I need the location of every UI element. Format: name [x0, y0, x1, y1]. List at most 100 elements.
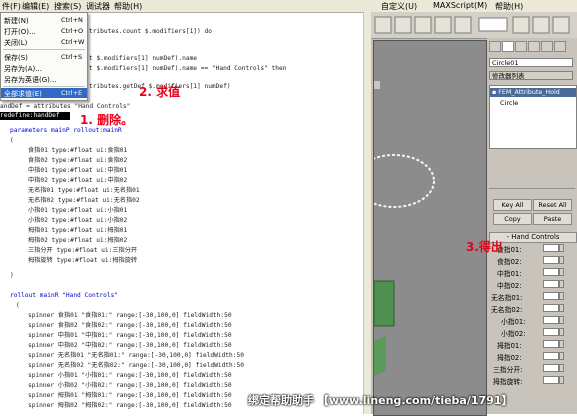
menu-search[interactable]: 搜索(S) — [54, 1, 81, 12]
code-line: t $.modifiers[1] numDef).name == "Hand C… — [89, 65, 287, 72]
code-line: t $.modifiers[1] numDef).name — [89, 55, 198, 62]
spinner-field[interactable] — [543, 268, 559, 276]
code-line: ( — [10, 137, 14, 144]
code-line: spinner 无名指01 "无名指01:" range:[-30,100,0]… — [28, 352, 244, 359]
spinner-arrows[interactable] — [559, 376, 564, 384]
spinner-arrows[interactable] — [559, 268, 564, 276]
code-line: ) — [10, 272, 14, 279]
spinner-arrows[interactable] — [559, 292, 564, 300]
modifier-stack: ▪ FEM_Attribute_Hold Circle — [489, 85, 577, 149]
spinner-field[interactable] — [543, 280, 559, 288]
code-line: 食指01 type:#float ui:食指01 — [28, 147, 128, 154]
spinner-arrows[interactable] — [559, 352, 564, 360]
perspective-viewport[interactable] — [353, 40, 487, 416]
paste-button[interactable]: Paste — [533, 213, 572, 225]
code-line: spinner 食指02 "食指02:" range:[-30,100,0] f… — [28, 322, 232, 329]
spinner-label: 拇指旋转: — [493, 378, 523, 386]
spinner-arrows[interactable] — [559, 328, 564, 336]
key-all-button[interactable]: Key All — [493, 199, 532, 211]
code-line: spinner 拇指01 "拇指01:" range:[-30,100,0] f… — [28, 392, 232, 399]
code-line: 拇指02 type:#float ui:拇指02 — [28, 237, 128, 244]
menu-item-close[interactable]: 关闭(L) Ctrl+W — [1, 37, 87, 47]
max-menu-help[interactable]: 帮助(H) — [495, 1, 523, 12]
spinner-field[interactable] — [543, 376, 559, 384]
max-menu-customize[interactable]: 自定义(U) — [381, 1, 417, 12]
code-line: spinner 小指01 "小指01:" range:[-30,100,0] f… — [28, 372, 232, 379]
selected-code-line[interactable]: redefine:handDef — [0, 112, 70, 120]
spinner-label: 中指02: — [497, 282, 522, 290]
spinner-field[interactable] — [543, 292, 559, 300]
menu-item-evaluate-all[interactable]: 全部求值(E) Ctrl+E — [1, 88, 87, 98]
menu-item-save[interactable]: 保存(S) Ctrl+S — [1, 52, 87, 62]
motion-tab-icon[interactable] — [528, 41, 540, 52]
code-line: spinner 中指01 "中指01:" range:[-30,100,0] f… — [28, 332, 232, 339]
maxscript-editor: 件(F) 编辑(E) 搜索(S) 调试器 帮助(H) tributes.coun… — [0, 0, 371, 414]
spinner-arrows[interactable] — [559, 364, 564, 372]
spinner-field[interactable] — [543, 364, 559, 372]
code-line: 中指01 type:#float ui:中指01 — [28, 167, 128, 174]
command-panel: Circle01 修改器列表 ▪ FEM_Attribute_Hold Circ… — [487, 38, 577, 414]
toolbar-icons[interactable] — [371, 12, 577, 38]
menu-debugger[interactable]: 调试器 — [86, 1, 110, 12]
menu-help[interactable]: 帮助(H) — [114, 1, 142, 12]
code-line: tributes.count $.modifiers[1]) do — [89, 28, 212, 35]
spinner-field[interactable] — [543, 256, 559, 264]
file-menu-dropdown: 新建(N) Ctrl+N 打开(O)... Ctrl+O 关闭(L) Ctrl+W 保… — [0, 12, 88, 101]
spinner-arrows[interactable] — [559, 256, 564, 264]
utilities-tab-icon[interactable] — [554, 41, 566, 52]
spinner-arrows[interactable] — [559, 280, 564, 288]
code-line: spinner 无名指02 "无名指02:" range:[-30,100,0]… — [28, 362, 244, 369]
stack-item-circle[interactable]: Circle — [500, 99, 518, 107]
editor-scrollbar[interactable] — [363, 12, 371, 414]
code-line: parameters mainP rollout:mainR — [10, 127, 122, 134]
spinner-label: 中指01: — [497, 270, 522, 278]
spinner-field[interactable] — [543, 316, 559, 324]
reset-all-button[interactable]: Reset All — [533, 199, 572, 211]
spinner-label: 小指01: — [501, 318, 526, 326]
spinner-label: 无名指01: — [491, 294, 523, 302]
spinner-field[interactable] — [543, 352, 559, 360]
spinner-arrows[interactable] — [559, 304, 564, 312]
annotation-delete: 1. 删除。 — [80, 113, 134, 127]
code-line: 拇指旋转 type:#float ui:拇指旋转 — [28, 257, 138, 264]
max-toolbar — [371, 12, 577, 39]
menu-separator — [3, 49, 85, 50]
stack-item-attribute-holder[interactable]: ▪ FEM_Attribute_Hold — [490, 88, 576, 97]
hierarchy-tab-icon[interactable] — [515, 41, 527, 52]
spinner-arrows[interactable] — [559, 340, 564, 348]
code-line: 小指02 type:#float ui:小指02 — [28, 217, 128, 224]
spinner-field[interactable] — [543, 304, 559, 312]
menu-item-new[interactable]: 新建(N) Ctrl+N — [1, 15, 87, 25]
viewport-scene — [353, 81, 435, 376]
menu-file[interactable]: 件(F) — [2, 1, 21, 12]
spinner-arrows[interactable] — [559, 244, 564, 252]
copy-button[interactable]: Copy — [493, 213, 532, 225]
spinner-field[interactable] — [543, 244, 559, 252]
code-line: spinner 拇指02 "拇指02:" range:[-30,100,0] f… — [28, 402, 232, 409]
code-line: rollout mainR "Hand Controls" — [10, 292, 119, 299]
code-line: spinner 食指01 "食指01:" range:[-30,100,0] f… — [28, 312, 232, 319]
code-line: spinner 中指02 "中指02:" range:[-30,100,0] f… — [28, 342, 232, 349]
watermark: 绑定帮助助手 【www.lineng.com/tieba/1791】 — [248, 394, 513, 407]
display-tab-icon[interactable] — [541, 41, 553, 52]
menu-edit[interactable]: 编辑(E) — [22, 1, 49, 12]
max-menu-maxscript[interactable]: MAXScript(M) — [433, 1, 487, 10]
object-name-field[interactable]: Circle01 — [489, 58, 573, 67]
spinner-arrows[interactable] — [559, 316, 564, 324]
menu-item-save-as-english[interactable]: 另存为英语(G)... — [1, 74, 87, 84]
create-tab-icon[interactable] — [489, 41, 501, 52]
spinner-label: 无名指02: — [491, 306, 523, 314]
menu-item-open[interactable]: 打开(O)... Ctrl+O — [1, 26, 87, 36]
annotation-evaluate: 2. 求值 — [139, 85, 181, 99]
code-line: ( — [16, 302, 20, 309]
spinner-field[interactable] — [543, 328, 559, 336]
code-line: spinner 小指02 "小指02:" range:[-30,100,0] f… — [28, 382, 232, 389]
modify-tab-icon[interactable] — [502, 41, 514, 52]
divider — [489, 188, 575, 189]
modifier-list-dropdown[interactable]: 修改器列表 — [489, 71, 573, 80]
menu-item-save-as[interactable]: 另存为(A)... — [1, 63, 87, 73]
code-line: 无名指02 type:#float ui:无名指02 — [28, 197, 140, 204]
spinner-field[interactable] — [543, 340, 559, 348]
spinner-label: 小指02: — [501, 330, 526, 338]
code-line: 三指分开 type:#float ui:三指分开 — [28, 247, 138, 254]
